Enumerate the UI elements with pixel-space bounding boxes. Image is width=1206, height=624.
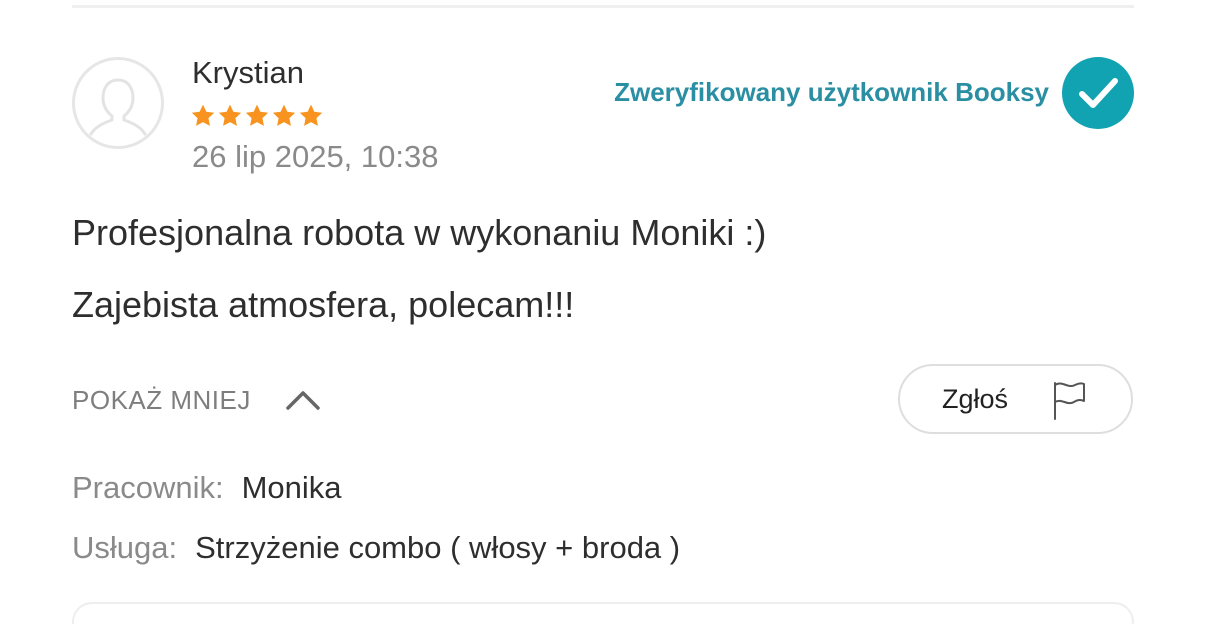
star-icon — [272, 104, 296, 126]
verified-badge — [1062, 57, 1134, 129]
star-icon — [191, 104, 215, 126]
review-text-line: Zajebista atmosfera, polecam!!! — [72, 284, 575, 325]
employee-row: Pracownik: Monika — [72, 468, 342, 508]
review-author-name: Krystian — [192, 55, 304, 90]
top-divider — [72, 5, 1134, 8]
report-button-label: Zgłoś — [942, 383, 1009, 414]
report-button[interactable]: Zgłoś — [898, 364, 1133, 434]
star-icon — [218, 104, 242, 126]
review-text-line: Profesjonalna robota w wykonaniu Moniki … — [72, 212, 767, 253]
star-icon — [299, 104, 323, 126]
user-avatar — [72, 57, 164, 149]
service-label: Usługa: — [72, 530, 178, 565]
review-date: 26 lip 2025, 10:38 — [192, 139, 439, 174]
checkmark-icon — [1079, 78, 1118, 108]
employee-value: Monika — [241, 470, 342, 505]
review-page: Krystian 26 lip 2025, 10:38 Zweryfikowan… — [0, 0, 1206, 624]
verified-user-label: Zweryfikowany użytkownik Booksy — [614, 77, 1049, 107]
flag-icon — [1054, 382, 1085, 420]
chevron-up-icon — [286, 391, 320, 410]
service-value: Strzyżenie combo ( włosy + broda ) — [195, 530, 681, 565]
service-row: Usługa: Strzyżenie combo ( włosy + broda … — [72, 528, 680, 568]
show-less-label: POKAŻ MNIEJ — [72, 384, 251, 415]
star-rating — [190, 102, 324, 132]
user-silhouette-icon — [89, 78, 147, 136]
next-review-card — [72, 602, 1134, 624]
star-icon — [245, 104, 269, 126]
employee-label: Pracownik: — [72, 470, 224, 505]
show-less-toggle[interactable]: POKAŻ MNIEJ — [72, 380, 321, 420]
